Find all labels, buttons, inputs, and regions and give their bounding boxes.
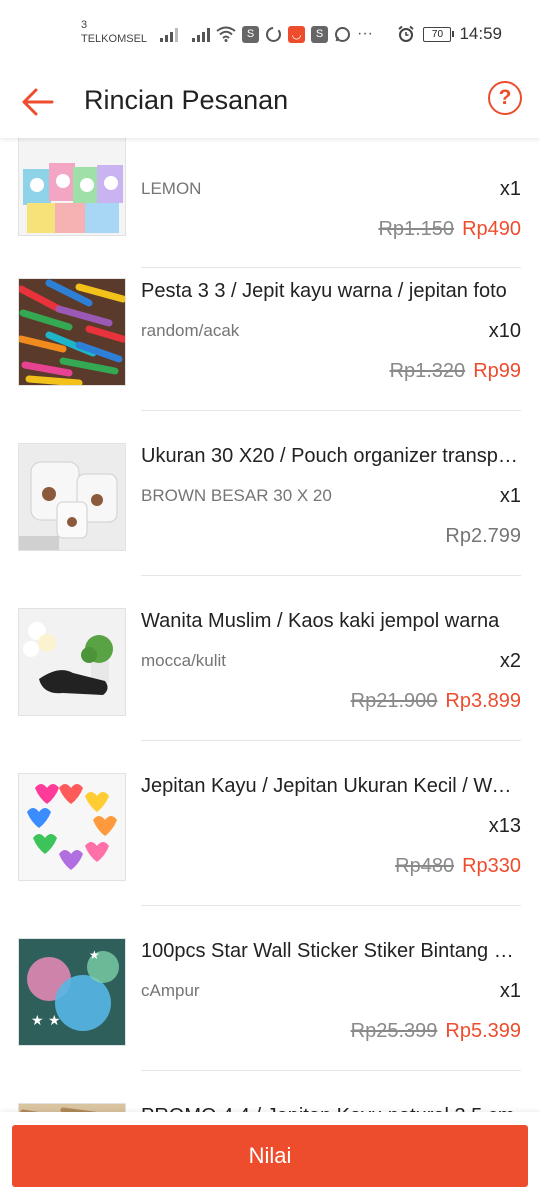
list-item[interactable]: ★ ★ ★ 100pcs Star Wall Sticker Stiker Bi… [0,906,540,1071]
item-quantity: x13 [488,815,521,837]
item-name: PROMO 4.4 / Jepitan Kayu natural 3,5 cm [141,1103,519,1112]
shopee-icon: S [242,25,259,43]
original-price: Rp1.150 [378,218,455,240]
battery-icon: 70 [423,26,455,42]
shopee-mall-icon: ◡ [288,25,305,43]
item-variant: LEMON [141,179,202,198]
svg-text:★: ★ [89,948,100,962]
clock: 14:59 [459,24,502,43]
list-item[interactable]: LEMON x1 Rp1.150 Rp490 [0,138,540,268]
item-variant: mocca/kulit [141,651,227,670]
status-right: 70 14:59 [397,24,502,44]
list-item[interactable]: Wanita Muslim / Kaos kaki jempol warna m… [0,576,540,741]
item-name: Wanita Muslim / Kaos kaki jempol warna [141,610,500,632]
item-variant: cAmpur [141,981,200,1000]
more-notifications-icon: ··· [357,25,373,42]
item-name: 100pcs Star Wall Sticker Stiker Bintang … [141,940,519,962]
bottom-action-bar: Nilai [0,1112,540,1200]
item-price: Rp480 Rp330 [395,853,521,879]
whatsapp-icon [335,26,350,42]
item-quantity: x1 [499,980,521,1002]
item-name: Jepitan Kayu / Jepitan Ukuran Kecil / Wa… [141,775,519,797]
order-items-list[interactable]: LEMON x1 Rp1.150 Rp490 Pesta 3 3 / Jepit … [0,138,540,1112]
page-title: Rincian Pesanan [84,85,289,115]
list-item[interactable]: PROMO 4.4 / Jepitan Kayu natural 3,5 cm [0,1071,540,1112]
wifi-icon [216,26,236,42]
price: Rp2.799 [445,525,521,547]
list-item[interactable]: Ukuran 30 X20 / Pouch organizer transpar… [0,411,540,576]
product-thumbnail [18,608,126,716]
item-quantity: x10 [488,320,521,342]
discounted-price: Rp5.399 [445,1020,521,1042]
arrow-left-icon[interactable] [18,82,58,122]
help-circle-icon[interactable]: ? [488,81,522,115]
svg-text:★ ★: ★ ★ [31,1013,61,1029]
shopee-icon: S [311,25,328,43]
item-quantity: x1 [499,485,521,507]
item-price: Rp25.399 Rp5.399 [351,1018,521,1044]
carrier-name: TELKOMSEL [81,33,148,45]
discounted-price: Rp490 [462,218,521,240]
signal-icon [192,26,210,42]
item-name: Pesta 3 3 / Jepit kayu warna / jepitan f… [141,280,507,302]
original-price: Rp25.399 [350,1020,438,1042]
list-item[interactable]: Pesta 3 3 / Jepit kayu warna / jepitan f… [0,246,540,411]
item-quantity: x2 [499,650,521,672]
item-variant: random/acak [141,321,240,340]
app-header: Rincian Pesanan ? [0,66,540,138]
discounted-price: Rp99 [473,360,521,382]
original-price: Rp1.320 [389,360,466,382]
original-price: Rp21.900 [350,690,438,712]
item-variant: BROWN BESAR 30 X 20 [141,486,332,505]
sync-icon [266,26,281,42]
item-quantity: x1 [499,178,521,200]
product-thumbnail [18,443,126,551]
discounted-price: Rp3.899 [445,690,521,712]
item-price: Rp1.320 Rp99 [390,358,521,384]
carrier-label: 3 TELKOMSEL [81,18,147,46]
carrier-sim: 3 [81,19,88,31]
original-price: Rp480 [395,855,455,877]
product-thumbnail [18,278,126,386]
status-bar: 3 TELKOMSEL S ◡ S ··· 70 14:59 [0,0,540,66]
item-price: Rp21.900 Rp3.899 [351,688,521,714]
product-thumbnail: ★ ★ ★ [18,938,126,1046]
item-price: Rp2.799 [445,523,521,549]
product-thumbnail [18,1103,126,1112]
product-thumbnail [18,773,126,881]
discounted-price: Rp330 [462,855,521,877]
item-name: Ukuran 30 X20 / Pouch organizer transpar… [141,445,519,467]
alarm-icon [398,25,415,42]
item-price: Rp1.150 Rp490 [378,216,521,242]
rate-button[interactable]: Nilai [12,1125,528,1187]
list-item[interactable]: Jepitan Kayu / Jepitan Ukuran Kecil / Wa… [0,741,540,906]
product-thumbnail [18,138,126,236]
notification-icons: S ◡ S ··· [160,24,373,44]
signal-icon [160,26,178,42]
